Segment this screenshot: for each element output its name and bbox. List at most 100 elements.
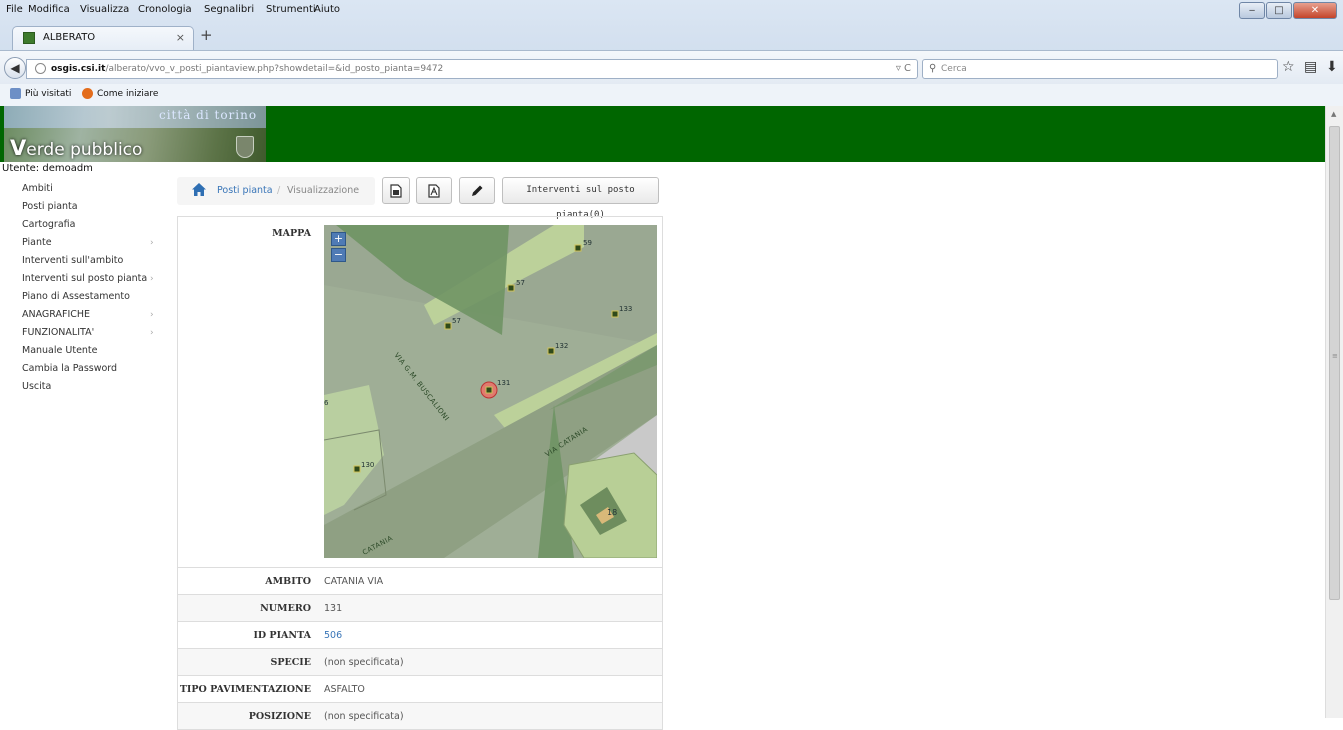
breadcrumb-current: Visualizzazione — [287, 185, 360, 196]
tab-strip: ALBERATO × + — [0, 22, 1343, 50]
field-label-ambito: AMBITO — [265, 576, 311, 587]
download-icon[interactable]: ⬇ — [1326, 59, 1338, 75]
user-label: Utente: demoadm — [2, 163, 93, 174]
breadcrumb: Posti pianta / Visualizzazione — [177, 177, 375, 205]
tab-alberato[interactable]: ALBERATO × — [12, 26, 194, 50]
id-pianta-link[interactable]: 506 — [324, 630, 342, 641]
interventi-posto-pianta-button[interactable]: Interventi sul posto pianta(0) — [502, 177, 659, 220]
menu-visualizza[interactable]: Visualizza — [80, 4, 129, 15]
sidebar-item-interventi-posto[interactable]: Interventi sul posto pianta › — [22, 270, 162, 288]
tree-number-label: 57 — [516, 279, 525, 287]
window-controls: ‒ □ ✕ — [1238, 2, 1337, 20]
bookmark-come-iniziare[interactable]: Come iniziare — [82, 88, 158, 99]
city-shield-icon — [236, 136, 254, 158]
minimize-icon[interactable]: ‒ — [1239, 2, 1265, 19]
map-zoom-controls: + − — [331, 232, 347, 264]
sidebar-item-piante[interactable]: Piante › — [22, 234, 162, 252]
edit-button[interactable] — [459, 177, 495, 204]
field-value-ambito: CATANIA VIA — [324, 576, 384, 587]
scroll-grip-icon: ≡ — [1332, 352, 1338, 360]
menu-strumenti[interactable]: Strumenti — [266, 4, 316, 15]
zoom-in-button[interactable]: + — [331, 232, 346, 246]
reading-list-icon[interactable]: ▤ — [1304, 59, 1317, 75]
pencil-icon — [472, 185, 483, 196]
breadcrumb-posti-pianta[interactable]: Posti pianta — [217, 185, 273, 196]
search-placeholder: Cerca — [941, 64, 967, 74]
tree-number-label: 59 — [583, 239, 592, 247]
firefox-icon — [82, 88, 93, 99]
menu-segnalibri[interactable]: Segnalibri — [204, 4, 254, 15]
map-row: MAPPA 59 57 57 133 132 131 130 6 18 VIA … — [178, 217, 662, 567]
document-icon — [390, 184, 402, 198]
navigation-bar: ◀ osgis.csi.it/alberato/vvo_v_posti_pian… — [0, 50, 1343, 84]
sidebar-item-piano-assestamento[interactable]: Piano di Assestamento — [22, 288, 162, 306]
browser-chrome: File Modifica Visualizza Cronologia Segn… — [0, 0, 1343, 106]
tree-number-label: 131 — [497, 379, 510, 387]
bookmark-piu-visitati[interactable]: Più visitati — [10, 88, 71, 99]
zoom-out-button[interactable]: − — [331, 248, 346, 262]
field-value-tipo-pavimentazione: ASFALTO — [324, 684, 365, 695]
close-window-icon[interactable]: ✕ — [1293, 2, 1337, 19]
reload-icon[interactable]: ▿ C — [896, 63, 911, 74]
new-tab-icon[interactable]: + — [200, 26, 213, 44]
page-scrollbar[interactable]: ▲ ≡ — [1325, 106, 1343, 718]
field-label-tipo-pavimentazione: TIPO PAVIMENTAZIONE — [179, 684, 311, 695]
scroll-up-icon[interactable]: ▲ — [1331, 110, 1336, 118]
field-label-numero: NUMERO — [260, 603, 311, 614]
sidebar-menu: Ambiti Posti pianta Cartografia Piante › … — [22, 180, 162, 396]
chevron-right-icon: › — [150, 274, 154, 284]
verde-pubblico-logo: città di torino Verde pubblico — [4, 106, 266, 162]
search-icon: ⚲ — [929, 63, 937, 74]
menu-file[interactable]: File — [6, 4, 23, 15]
field-label-posizione: POSIZIONE — [248, 711, 311, 722]
star-icon[interactable]: ☆ — [1282, 59, 1295, 75]
chevron-right-icon: › — [150, 310, 154, 320]
menu-bar: File Modifica Visualizza Cronologia Segn… — [0, 0, 1343, 22]
globe-icon — [35, 63, 46, 74]
detail-row-tipo-pavimentazione: TIPO PAVIMENTAZIONE ASFALTO — [178, 675, 662, 702]
maximize-icon[interactable]: □ — [1266, 2, 1292, 19]
chevron-right-icon: › — [150, 238, 154, 248]
sidebar-item-anagrafiche[interactable]: ANAGRAFICHE › — [22, 306, 162, 324]
tree-number-label: 57 — [452, 317, 461, 325]
tree-number-label: 133 — [619, 305, 632, 313]
search-input[interactable]: ⚲ Cerca — [922, 59, 1278, 79]
export-pdf-button[interactable] — [416, 177, 452, 204]
tab-close-icon[interactable]: × — [176, 31, 185, 44]
map-canvas: 59 57 57 133 132 131 130 6 18 VIA G.M. B… — [324, 225, 657, 558]
detail-row-numero: NUMERO 131 — [178, 594, 662, 621]
detail-row-ambito: AMBITO CATANIA VIA — [178, 567, 662, 594]
sidebar-item-uscita[interactable]: Uscita — [22, 378, 162, 396]
map-view[interactable]: 59 57 57 133 132 131 130 6 18 VIA G.M. B… — [324, 225, 657, 558]
bookmarks-bar: Più visitati Come iniziare — [0, 84, 1343, 106]
sidebar-item-posti-pianta[interactable]: Posti pianta — [22, 198, 162, 216]
tree-number-label: 132 — [555, 342, 568, 350]
sidebar-item-cambia-password[interactable]: Cambia la Password — [22, 360, 162, 378]
tree-number-label: 130 — [361, 461, 374, 469]
sidebar-item-interventi-ambito[interactable]: Interventi sull'ambito — [22, 252, 162, 270]
field-label-id-pianta: ID PIANTA — [253, 630, 311, 641]
home-icon[interactable] — [192, 183, 206, 196]
bookmark-folder-icon — [10, 88, 21, 99]
sidebar-item-cartografia[interactable]: Cartografia — [22, 216, 162, 234]
menu-cronologia[interactable]: Cronologia — [138, 4, 192, 15]
scroll-thumb[interactable] — [1329, 126, 1340, 600]
menu-aiuto[interactable]: Aiuto — [314, 4, 340, 15]
logo-city-text: città di torino — [159, 108, 258, 122]
detail-row-id-pianta: ID PIANTA 506 — [178, 621, 662, 648]
sidebar-item-manuale[interactable]: Manuale Utente — [22, 342, 162, 360]
url-bar[interactable]: osgis.csi.it/alberato/vvo_v_posti_pianta… — [26, 59, 918, 79]
export-word-button[interactable] — [382, 177, 410, 204]
pdf-icon — [428, 184, 440, 198]
sidebar-item-funzionalita[interactable]: FUNZIONALITA' › — [22, 324, 162, 342]
back-arrow-icon[interactable]: ◀ — [4, 57, 26, 79]
logo-title: Verde pubblico — [10, 136, 143, 160]
chevron-right-icon: › — [150, 328, 154, 338]
sidebar-item-ambiti[interactable]: Ambiti — [22, 180, 162, 198]
field-label-specie: SPECIE — [270, 657, 312, 668]
menu-modifica[interactable]: Modifica — [28, 4, 70, 15]
url-text: osgis.csi.it/alberato/vvo_v_posti_pianta… — [51, 64, 444, 74]
building-number-label: 18 — [607, 508, 617, 517]
favicon-icon — [23, 32, 35, 44]
field-label-mappa: MAPPA — [272, 228, 311, 239]
